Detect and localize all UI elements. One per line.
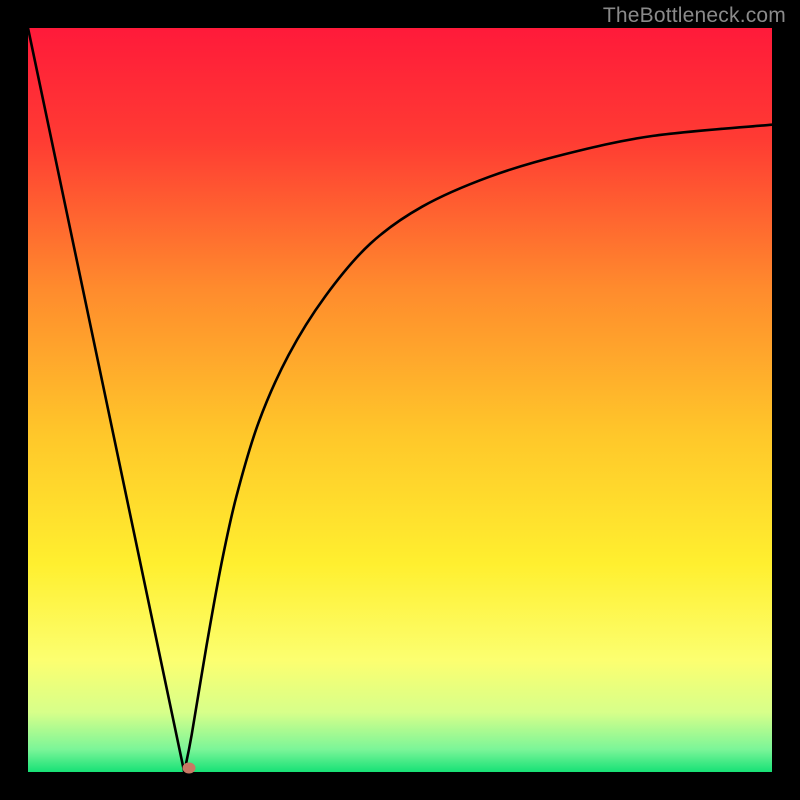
chart-frame: TheBottleneck.com bbox=[0, 0, 800, 800]
bottleneck-curve bbox=[28, 28, 772, 772]
curve-layer bbox=[28, 28, 772, 772]
optimal-point-marker bbox=[183, 762, 196, 773]
plot-area bbox=[28, 28, 772, 772]
watermark-text: TheBottleneck.com bbox=[603, 4, 786, 28]
